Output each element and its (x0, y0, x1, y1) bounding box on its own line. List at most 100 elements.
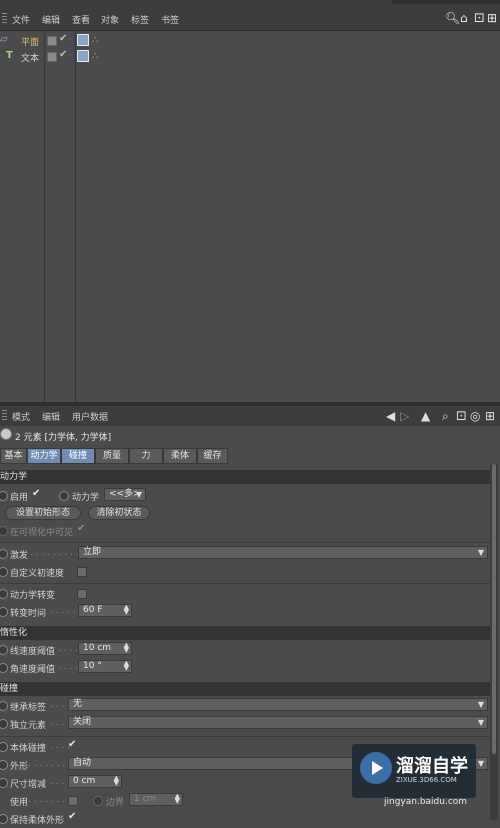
selection-label: 2 元素 [力学体, 力学体] (15, 433, 112, 443)
animate-radio[interactable] (0, 567, 8, 577)
object-row-plane[interactable]: ▱ 平面 ✔ ∴ (0, 33, 500, 49)
inherit-tag-dropdown[interactable]: 无 ▼ (68, 698, 488, 711)
tab-mass[interactable]: 质量 (95, 448, 129, 464)
new-panel-icon[interactable]: ⊞ (485, 409, 495, 423)
stepper-arrows-icon[interactable]: ▲ ▼ (175, 793, 180, 805)
cursor-icon[interactable]: ▲ (421, 409, 430, 423)
visibility-dots-icon[interactable]: ✔ (59, 33, 67, 44)
animate-radio[interactable] (0, 663, 8, 673)
dynamics-body-tag-icon[interactable] (77, 34, 89, 46)
animate-radio[interactable] (93, 796, 103, 806)
use-margin-checkbox[interactable] (68, 796, 78, 806)
angular-threshold-field[interactable]: 10 ° ▲ ▼ (78, 660, 132, 673)
stepper-arrows-icon[interactable]: ▲ ▼ (124, 660, 129, 672)
self-collision-label: 本体碰撞 (10, 744, 47, 754)
size-increment-field[interactable]: 0 cm ▲ ▼ (68, 775, 122, 788)
stepper-arrows-icon[interactable]: ▲ ▼ (124, 604, 129, 616)
stepper-arrows-icon[interactable]: ▲ ▼ (124, 642, 129, 654)
animate-radio[interactable] (0, 526, 8, 536)
animate-radio[interactable] (0, 701, 8, 711)
grip-icon[interactable] (2, 410, 7, 422)
home-icon[interactable]: ⌂ (460, 12, 468, 24)
layer-checkbox[interactable] (47, 36, 57, 46)
separator (0, 736, 490, 737)
search-icon[interactable]: 🔍︎ (445, 12, 460, 24)
keep-soft-shape-checkmark[interactable]: ✔ (68, 811, 76, 822)
animate-radio[interactable] (0, 589, 8, 599)
transition-time-field[interactable]: 60 F ▲ ▼ (78, 604, 132, 617)
use-label: 使用 (10, 798, 29, 808)
trigger-dropdown[interactable]: 立即 ▼ (78, 546, 488, 559)
custom-velocity-checkbox[interactable] (77, 567, 87, 577)
chevron-down-icon: ▼ (477, 759, 484, 768)
target-icon[interactable]: ◎ (470, 409, 480, 423)
tab-cache[interactable]: 缓存 (197, 448, 228, 464)
object-name[interactable]: 文本 (21, 51, 39, 64)
clear-initial-state-button[interactable]: 清除初状态 (88, 506, 150, 520)
margin-field[interactable]: 1 cm ▲ ▼ (129, 793, 183, 806)
menu-view[interactable]: 查看 (72, 13, 90, 26)
animate-radio[interactable] (0, 645, 8, 655)
tab-basic[interactable]: 基本 (0, 448, 27, 464)
menu-object[interactable]: 对象 (101, 13, 119, 26)
menu-mode[interactable]: 模式 (12, 410, 30, 423)
animate-radio[interactable] (0, 719, 8, 729)
inherit-tag-label: 继承标签 (10, 703, 47, 713)
object-name[interactable]: 平面 (21, 35, 39, 48)
grip-icon[interactable] (2, 13, 7, 25)
lock-icon[interactable]: ⚀ (474, 12, 484, 24)
tab-collision[interactable]: 碰撞 (61, 448, 95, 464)
menu-tags[interactable]: 标签 (131, 13, 149, 26)
independent-elements-dropdown[interactable]: 关闭 ▼ (68, 716, 488, 729)
transition-checkbox[interactable] (77, 589, 87, 599)
scrollbar-thumb[interactable] (492, 464, 496, 754)
animate-radio[interactable] (0, 491, 8, 501)
animate-radio[interactable] (0, 760, 8, 770)
tab-force[interactable]: 力 (129, 448, 163, 464)
dynamics-dropdown[interactable]: <<多> ▼ (104, 488, 146, 501)
animate-radio[interactable] (0, 778, 8, 788)
phong-tag-icon[interactable]: ∴ (92, 51, 98, 62)
tab-dynamics[interactable]: 动力学 (27, 448, 61, 464)
independent-elements-label: 独立元素 (10, 721, 47, 731)
menu-edit[interactable]: 编辑 (42, 13, 60, 26)
tab-soft-body[interactable]: 柔体 (163, 448, 197, 464)
enabled-checkmark[interactable]: ✔ (32, 488, 40, 499)
visible-checkmark[interactable]: ✔ (77, 523, 85, 534)
menu-edit[interactable]: 编辑 (42, 410, 60, 423)
visibility-dots-icon[interactable]: ✔ (59, 49, 67, 60)
forward-arrow-icon[interactable]: ▷ (400, 409, 409, 423)
window-top-strip (0, 0, 500, 8)
attribute-scrollbar[interactable] (490, 464, 498, 820)
linear-threshold-field[interactable]: 10 cm ▲ ▼ (78, 642, 132, 655)
phong-tag-icon[interactable]: ∴ (92, 35, 98, 46)
menu-file[interactable]: 文件 (12, 13, 30, 26)
animate-radio[interactable] (0, 607, 8, 617)
animate-radio[interactable] (0, 549, 8, 559)
self-collision-checkmark[interactable]: ✔ (68, 739, 76, 750)
top-strip-segment (392, 0, 500, 4)
section-deactivation[interactable]: 惰性化 (0, 626, 490, 640)
animate-radio[interactable] (0, 742, 8, 752)
set-initial-state-button[interactable]: 设置初始形态 (5, 506, 81, 520)
section-dynamics[interactable]: 动力学 (0, 470, 490, 484)
animate-radio[interactable] (59, 491, 69, 501)
section-collision[interactable]: 碰撞 (0, 682, 490, 696)
lock-icon[interactable]: ⚀ (456, 409, 466, 423)
visible-label: 在可视化中可见 (10, 528, 74, 538)
leader-dots: . . . . . . . . . . (30, 548, 85, 558)
animate-radio[interactable] (0, 814, 8, 824)
menu-user-data[interactable]: 用户数据 (72, 410, 108, 423)
dynamics-label: 动力学 (72, 493, 100, 503)
object-row-text[interactable]: T 文本 ✔ ∴ (0, 49, 500, 65)
stepper-arrows-icon[interactable]: ▲ ▼ (114, 775, 119, 787)
rigid-body-icon (0, 428, 12, 440)
back-arrow-icon[interactable]: ◀ (386, 409, 395, 423)
enabled-label: 启用 (10, 493, 29, 503)
leader-dots: . . . . . (50, 606, 76, 616)
search-icon[interactable]: ⌕ (442, 409, 449, 424)
menu-bookmarks[interactable]: 书签 (161, 13, 179, 26)
dynamics-body-tag-icon[interactable] (77, 50, 89, 62)
layer-checkbox[interactable] (47, 52, 57, 62)
new-panel-icon[interactable]: ⊞ (487, 12, 497, 24)
